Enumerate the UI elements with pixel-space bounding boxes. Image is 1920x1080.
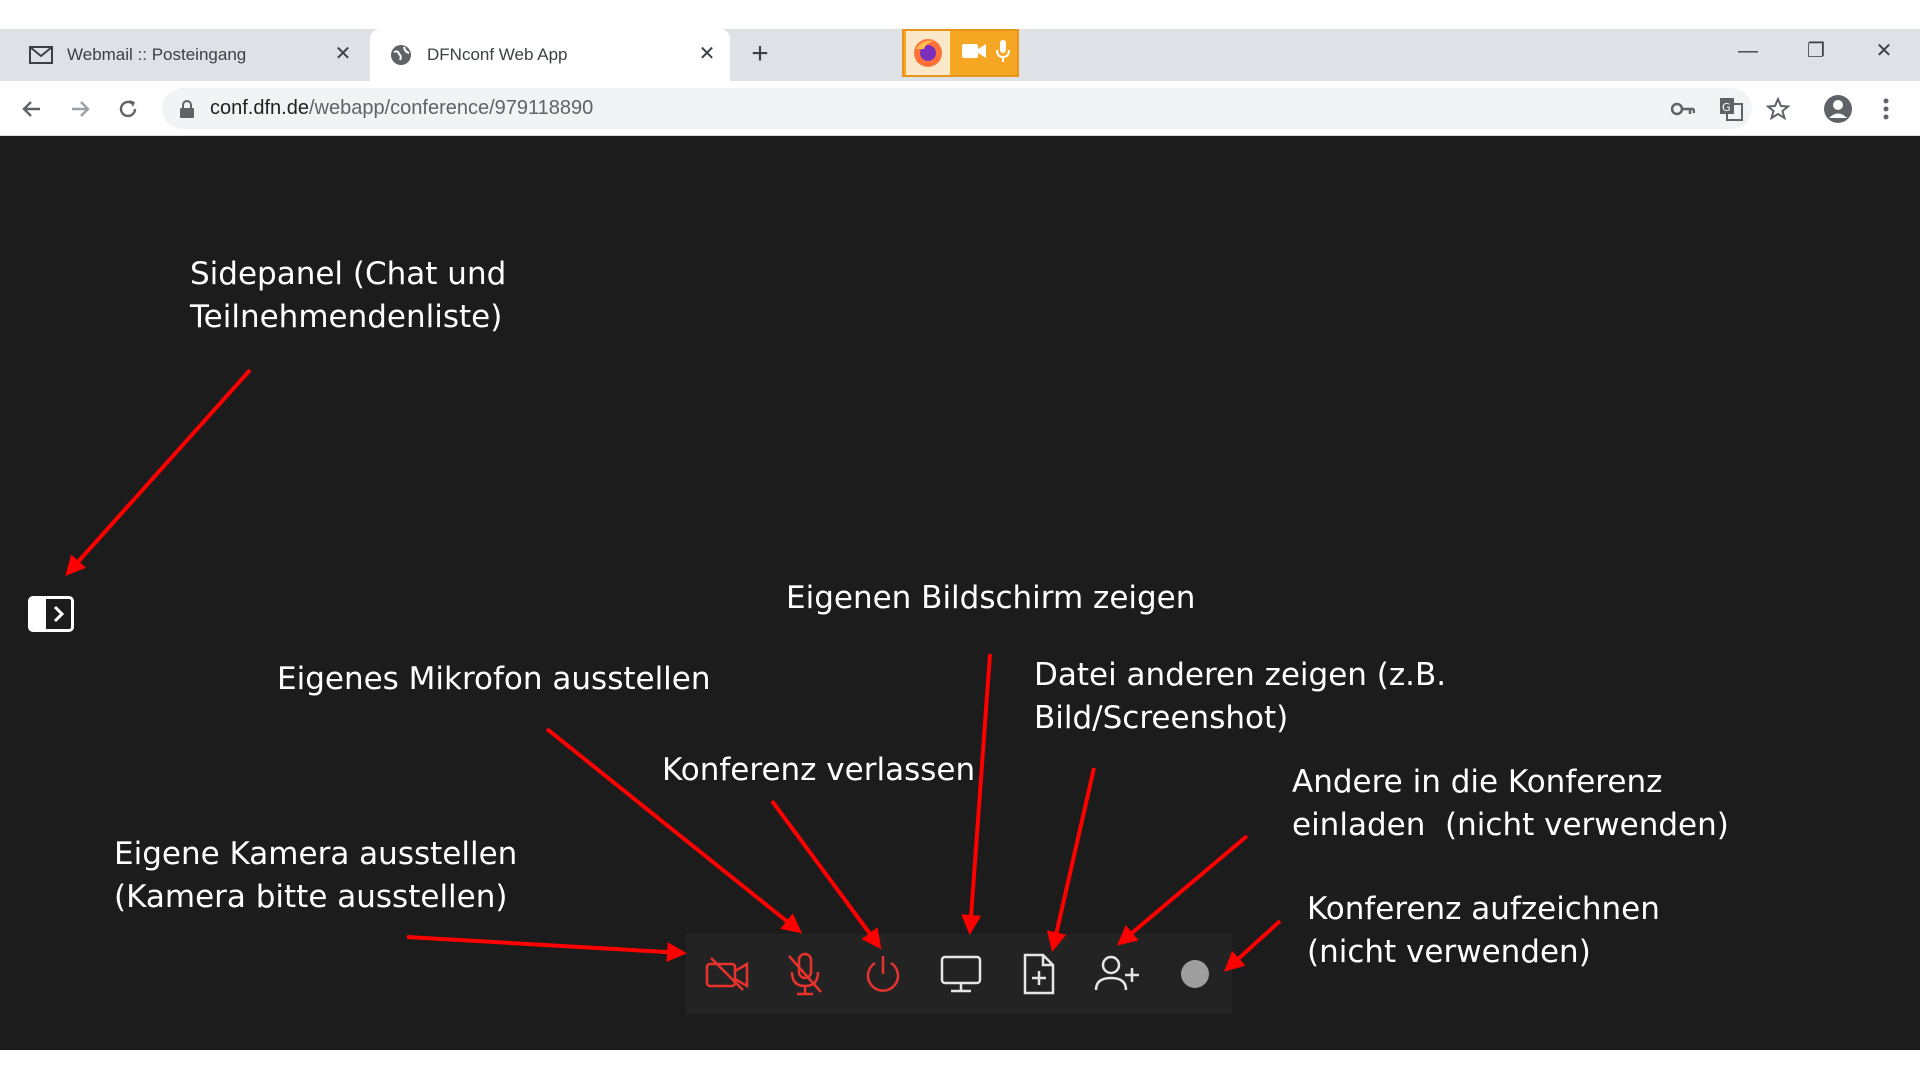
arrow-right-icon [72, 101, 90, 117]
lock-icon [180, 99, 196, 119]
close-icon[interactable]: ✕ [696, 43, 718, 65]
key-icon[interactable] [1670, 96, 1696, 122]
microphone-icon [996, 39, 1010, 67]
star-icon [1766, 97, 1790, 121]
svg-text:G: G [1722, 101, 1731, 114]
close-icon[interactable]: ✕ [332, 43, 354, 65]
camera-icon [962, 42, 986, 65]
camera-off-icon [705, 957, 749, 991]
mic-off-icon [788, 952, 822, 996]
mic-off-button[interactable] [780, 950, 830, 998]
call-control-bar [686, 934, 1232, 1014]
address-bar[interactable]: conf.dfn.de/webapp/conference/979118890 … [162, 88, 1752, 129]
url-text: conf.dfn.de/webapp/conference/979118890 [210, 97, 593, 120]
translate-icon[interactable]: G [1718, 96, 1744, 122]
mail-icon [29, 43, 53, 67]
arrow-invite [1116, 834, 1249, 946]
new-tab-button[interactable]: + [746, 39, 774, 69]
invite-button[interactable] [1092, 950, 1142, 998]
arrow-file [1046, 767, 1096, 952]
share-screen-button[interactable] [936, 950, 986, 998]
leave-button[interactable] [858, 950, 908, 998]
user-plus-icon [1094, 955, 1139, 991]
back-button[interactable] [16, 93, 48, 125]
arrow-screen [961, 653, 992, 935]
file-plus-icon [1023, 953, 1055, 995]
annotation-invite: Andere in die Konferenz einladen (nicht … [1292, 764, 1729, 843]
share-file-button[interactable] [1014, 950, 1064, 998]
record-icon [1181, 960, 1209, 988]
forward-button[interactable] [64, 93, 96, 125]
annotation-mic: Eigenes Mikrofon ausstellen [277, 661, 711, 697]
tab-webmail[interactable]: Webmail :: Posteingang ✕ [0, 29, 366, 81]
tab-title: DFNconf Web App [427, 45, 568, 64]
conference-page: Sidepanel (Chat und Teilnehmendenliste) … [0, 136, 1920, 1050]
browser-window: Webmail :: Posteingang ✕ DFNconf Web App… [0, 0, 1920, 1080]
power-icon [866, 956, 900, 992]
bookmark-star-button[interactable] [1762, 93, 1794, 125]
media-sharing-indicator[interactable] [902, 29, 1019, 77]
reload-icon [119, 100, 137, 118]
arrow-sidepanel [65, 368, 252, 576]
minimize-button[interactable]: — [1714, 29, 1782, 73]
account-icon [1824, 95, 1852, 123]
annotation-camera: Eigene Kamera ausstellen (Kamera bitte a… [114, 836, 518, 915]
browser-toolbar: conf.dfn.de/webapp/conference/979118890 … [0, 81, 1920, 136]
annotation-record: Konferenz aufzeichnen (nicht verwenden) [1307, 891, 1660, 970]
reload-button[interactable] [112, 93, 144, 125]
arrow-leave [770, 799, 882, 950]
annotation-sidepanel: Sidepanel (Chat und Teilnehmendenliste) [190, 256, 507, 335]
annotation-leave: Konferenz verlassen [662, 752, 976, 788]
annotation-file: Datei anderen zeigen (z.B. Bild/Screensh… [1034, 657, 1447, 736]
menu-button[interactable] [1870, 93, 1902, 125]
tab-title: Webmail :: Posteingang [67, 45, 247, 64]
url-domain: conf.dfn.de [210, 97, 309, 119]
annotation-screen-share: Eigenen Bildschirm zeigen [786, 580, 1196, 616]
monitor-icon [940, 955, 982, 993]
arrow-record [1224, 919, 1282, 972]
sidepanel-toggle-button[interactable] [28, 596, 74, 632]
more-vertical-icon [1883, 98, 1889, 120]
profile-button[interactable] [1822, 93, 1854, 125]
arrow-left-icon [22, 101, 40, 117]
bottom-strip [0, 1050, 1920, 1080]
restore-button[interactable]: ❐ [1782, 29, 1850, 73]
tab-strip: Webmail :: Posteingang ✕ DFNconf Web App… [0, 29, 1920, 81]
record-button[interactable] [1170, 950, 1220, 998]
panel-icon [31, 599, 46, 629]
camera-off-button[interactable] [702, 950, 752, 998]
tab-dfnconf[interactable]: DFNconf Web App ✕ [370, 29, 730, 81]
arrow-camera [406, 935, 687, 963]
chevron-right-icon [46, 599, 71, 629]
close-window-button[interactable]: ✕ [1850, 29, 1918, 73]
firefox-icon [906, 31, 950, 75]
globe-icon [389, 43, 413, 67]
url-path: /webapp/conference/979118890 [308, 97, 594, 119]
